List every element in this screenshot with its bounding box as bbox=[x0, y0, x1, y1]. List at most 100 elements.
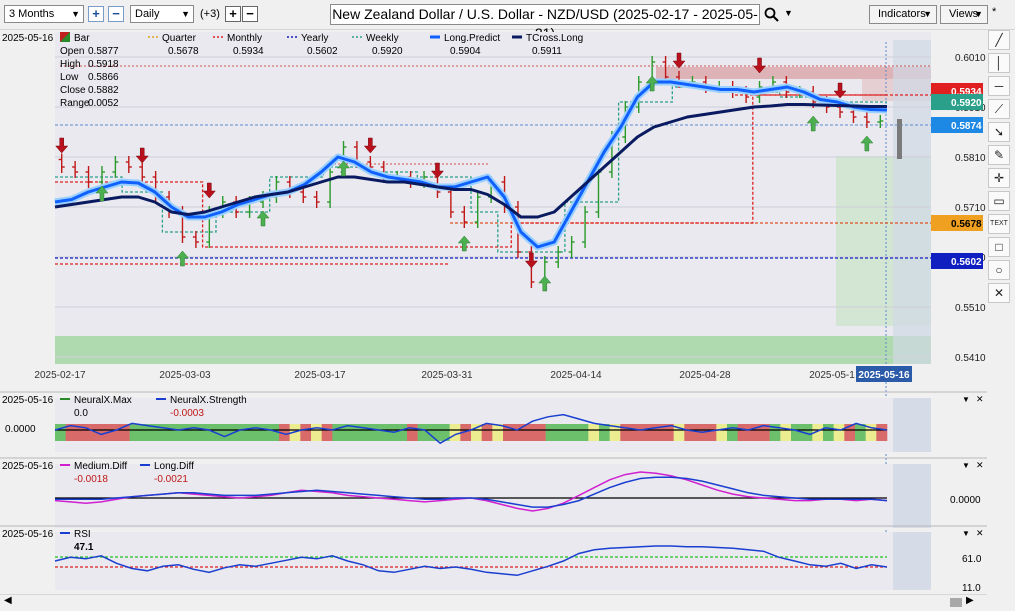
neuralx-state-cell bbox=[236, 424, 248, 441]
views-button[interactable]: Views ▼ bbox=[940, 5, 988, 24]
legend-label: Long.Diff bbox=[154, 461, 194, 472]
future-zone bbox=[893, 532, 931, 590]
neuralx-state-cell bbox=[641, 424, 653, 441]
neuralx-tick-label: 0.0000 bbox=[5, 424, 36, 435]
horizontal-scrollbar[interactable]: ◀ ▶ bbox=[0, 594, 987, 609]
legend-label: Medium.Diff bbox=[74, 461, 127, 472]
neuralx-state-cell bbox=[247, 424, 258, 441]
chevron-down-icon: ▼ bbox=[974, 9, 983, 19]
neuralx-state-cell bbox=[183, 424, 194, 441]
resistance-zone bbox=[656, 67, 931, 79]
neuralx-state-cell bbox=[599, 424, 610, 441]
neuralx-state-cell bbox=[535, 424, 546, 441]
remove-button[interactable]: − bbox=[242, 6, 258, 22]
search-icon[interactable] bbox=[764, 7, 780, 23]
neuralx-state-cell bbox=[855, 424, 866, 441]
neuralx-state-cell bbox=[737, 424, 749, 441]
ohlc-label: Close bbox=[60, 85, 86, 96]
instrument-title[interactable]: New Zealand Dollar / U.S. Dollar - NZD/U… bbox=[330, 4, 760, 41]
neuralx-state-cell bbox=[588, 424, 600, 441]
ray-tool-icon[interactable]: ⟋ bbox=[988, 99, 1010, 119]
panel-date: 2025-05-16 bbox=[2, 395, 54, 406]
neuralx-state-cell bbox=[524, 424, 536, 441]
legend-value: 0.5911 bbox=[532, 46, 562, 57]
zoom-out-button[interactable]: − bbox=[108, 6, 124, 22]
chart-area[interactable]: 0.60100.59100.58100.57100.56100.55100.54… bbox=[0, 30, 987, 594]
future-zone bbox=[893, 398, 931, 452]
ohlc-label: High bbox=[60, 59, 81, 70]
neuralx-state-cell bbox=[705, 424, 717, 441]
rsi-plot-background bbox=[55, 532, 931, 590]
legend-value: 0.0 bbox=[74, 408, 88, 419]
neuralx-state-cell bbox=[727, 424, 738, 441]
scroll-thumb[interactable] bbox=[950, 598, 962, 607]
legend-value: -0.0003 bbox=[170, 408, 204, 419]
indicators-label: Indicators bbox=[878, 8, 926, 20]
ohlc-value: 0.5918 bbox=[88, 59, 119, 70]
neuralx-state-cell bbox=[780, 424, 792, 441]
panel-collapse-icon: ▼ bbox=[962, 529, 970, 538]
indicators-button[interactable]: Indicators ▼ bbox=[869, 5, 937, 24]
neuralx-state-cell bbox=[876, 424, 888, 441]
rectangle-tool-icon[interactable]: □ bbox=[988, 237, 1010, 257]
date-tick-label: 2025-05-16 bbox=[858, 370, 910, 381]
pointer-tool-icon[interactable]: ➘ bbox=[988, 122, 1010, 142]
chevron-down-icon: ▼ bbox=[181, 9, 190, 19]
neuralx-state-cell bbox=[631, 424, 642, 441]
neuralx-state-cell bbox=[620, 424, 632, 441]
legend-label: Weekly bbox=[366, 33, 399, 44]
ohlc-label: Open bbox=[60, 46, 84, 57]
search-dropdown-icon[interactable]: ▼ bbox=[784, 8, 793, 18]
ohlc-value: 0.5877 bbox=[88, 46, 119, 57]
date-tick-label: 2025-03-03 bbox=[159, 370, 211, 381]
date-tick-label: 2025-04-14 bbox=[550, 370, 602, 381]
date-tick-label: 2025-03-31 bbox=[421, 370, 473, 381]
panel-date: 2025-05-16 bbox=[2, 529, 54, 540]
neuralx-state-cell bbox=[257, 424, 269, 441]
interval-value: Daily bbox=[135, 8, 160, 20]
panel-close-icon: ✕ bbox=[976, 528, 984, 538]
legend-value: 47.1 bbox=[74, 542, 94, 553]
line-tool-icon[interactable]: ╱ bbox=[988, 30, 1010, 50]
price-tag-label: 0.5678 bbox=[951, 219, 982, 230]
neuralx-state-cell bbox=[172, 424, 184, 441]
legend-label: Long.Predict bbox=[444, 33, 500, 44]
neuralx-state-cell bbox=[449, 424, 461, 441]
price-tick-label: 0.5810 bbox=[955, 153, 986, 164]
legend-label: RSI bbox=[74, 529, 91, 540]
interval-select[interactable]: Daily ▼ bbox=[130, 5, 194, 23]
neuralx-state-cell bbox=[577, 424, 589, 441]
neuralx-state-cell bbox=[556, 424, 568, 441]
text-tool-icon[interactable]: TEXT bbox=[988, 214, 1010, 234]
date-tick-label: 2025-02-17 bbox=[34, 370, 86, 381]
panel-date: 2025-05-16 bbox=[2, 461, 54, 472]
support-zone bbox=[55, 336, 931, 364]
panel-collapse-icon: ▼ bbox=[962, 461, 970, 470]
add-button[interactable]: + bbox=[225, 6, 241, 22]
neuralx-state-cell bbox=[833, 424, 845, 441]
zoom-in-button[interactable]: + bbox=[88, 6, 104, 22]
ohlc-value: 0.0052 bbox=[88, 98, 119, 109]
scroll-right-icon[interactable]: ▶ bbox=[966, 595, 974, 606]
crosshair-tool-icon[interactable]: ✛ bbox=[988, 168, 1010, 188]
pin-icon[interactable]: * bbox=[992, 6, 996, 18]
legend-label: NeuralX.Max bbox=[74, 395, 132, 406]
future-zone bbox=[893, 464, 931, 528]
legend-value: -0.0018 bbox=[74, 474, 108, 485]
pen-tool-icon[interactable]: ✎ bbox=[988, 145, 1010, 165]
top-toolbar: 3 Months ▼ + − Daily ▼ (+3) + − New Zeal… bbox=[0, 0, 1015, 41]
neuralx-state-cell bbox=[545, 424, 557, 441]
legend-label: Quarter bbox=[162, 33, 197, 44]
legend-label: Yearly bbox=[301, 33, 328, 44]
price-tag-label: 0.5602 bbox=[951, 257, 982, 268]
delete-drawings-icon[interactable]: ✕ bbox=[988, 283, 1010, 303]
callout-tool-icon[interactable]: ▭ bbox=[988, 191, 1010, 211]
circle-tool-icon[interactable]: ○ bbox=[988, 260, 1010, 280]
price-tick-label: 0.5710 bbox=[955, 203, 986, 214]
neuralx-state-cell bbox=[161, 424, 173, 441]
period-select[interactable]: 3 Months ▼ bbox=[4, 5, 84, 23]
current-bar-marker bbox=[897, 119, 902, 159]
horizontal-line-tool-icon[interactable]: ─ bbox=[988, 76, 1010, 96]
vertical-line-tool-icon[interactable]: │ bbox=[988, 53, 1010, 73]
scroll-left-icon[interactable]: ◀ bbox=[4, 595, 12, 606]
